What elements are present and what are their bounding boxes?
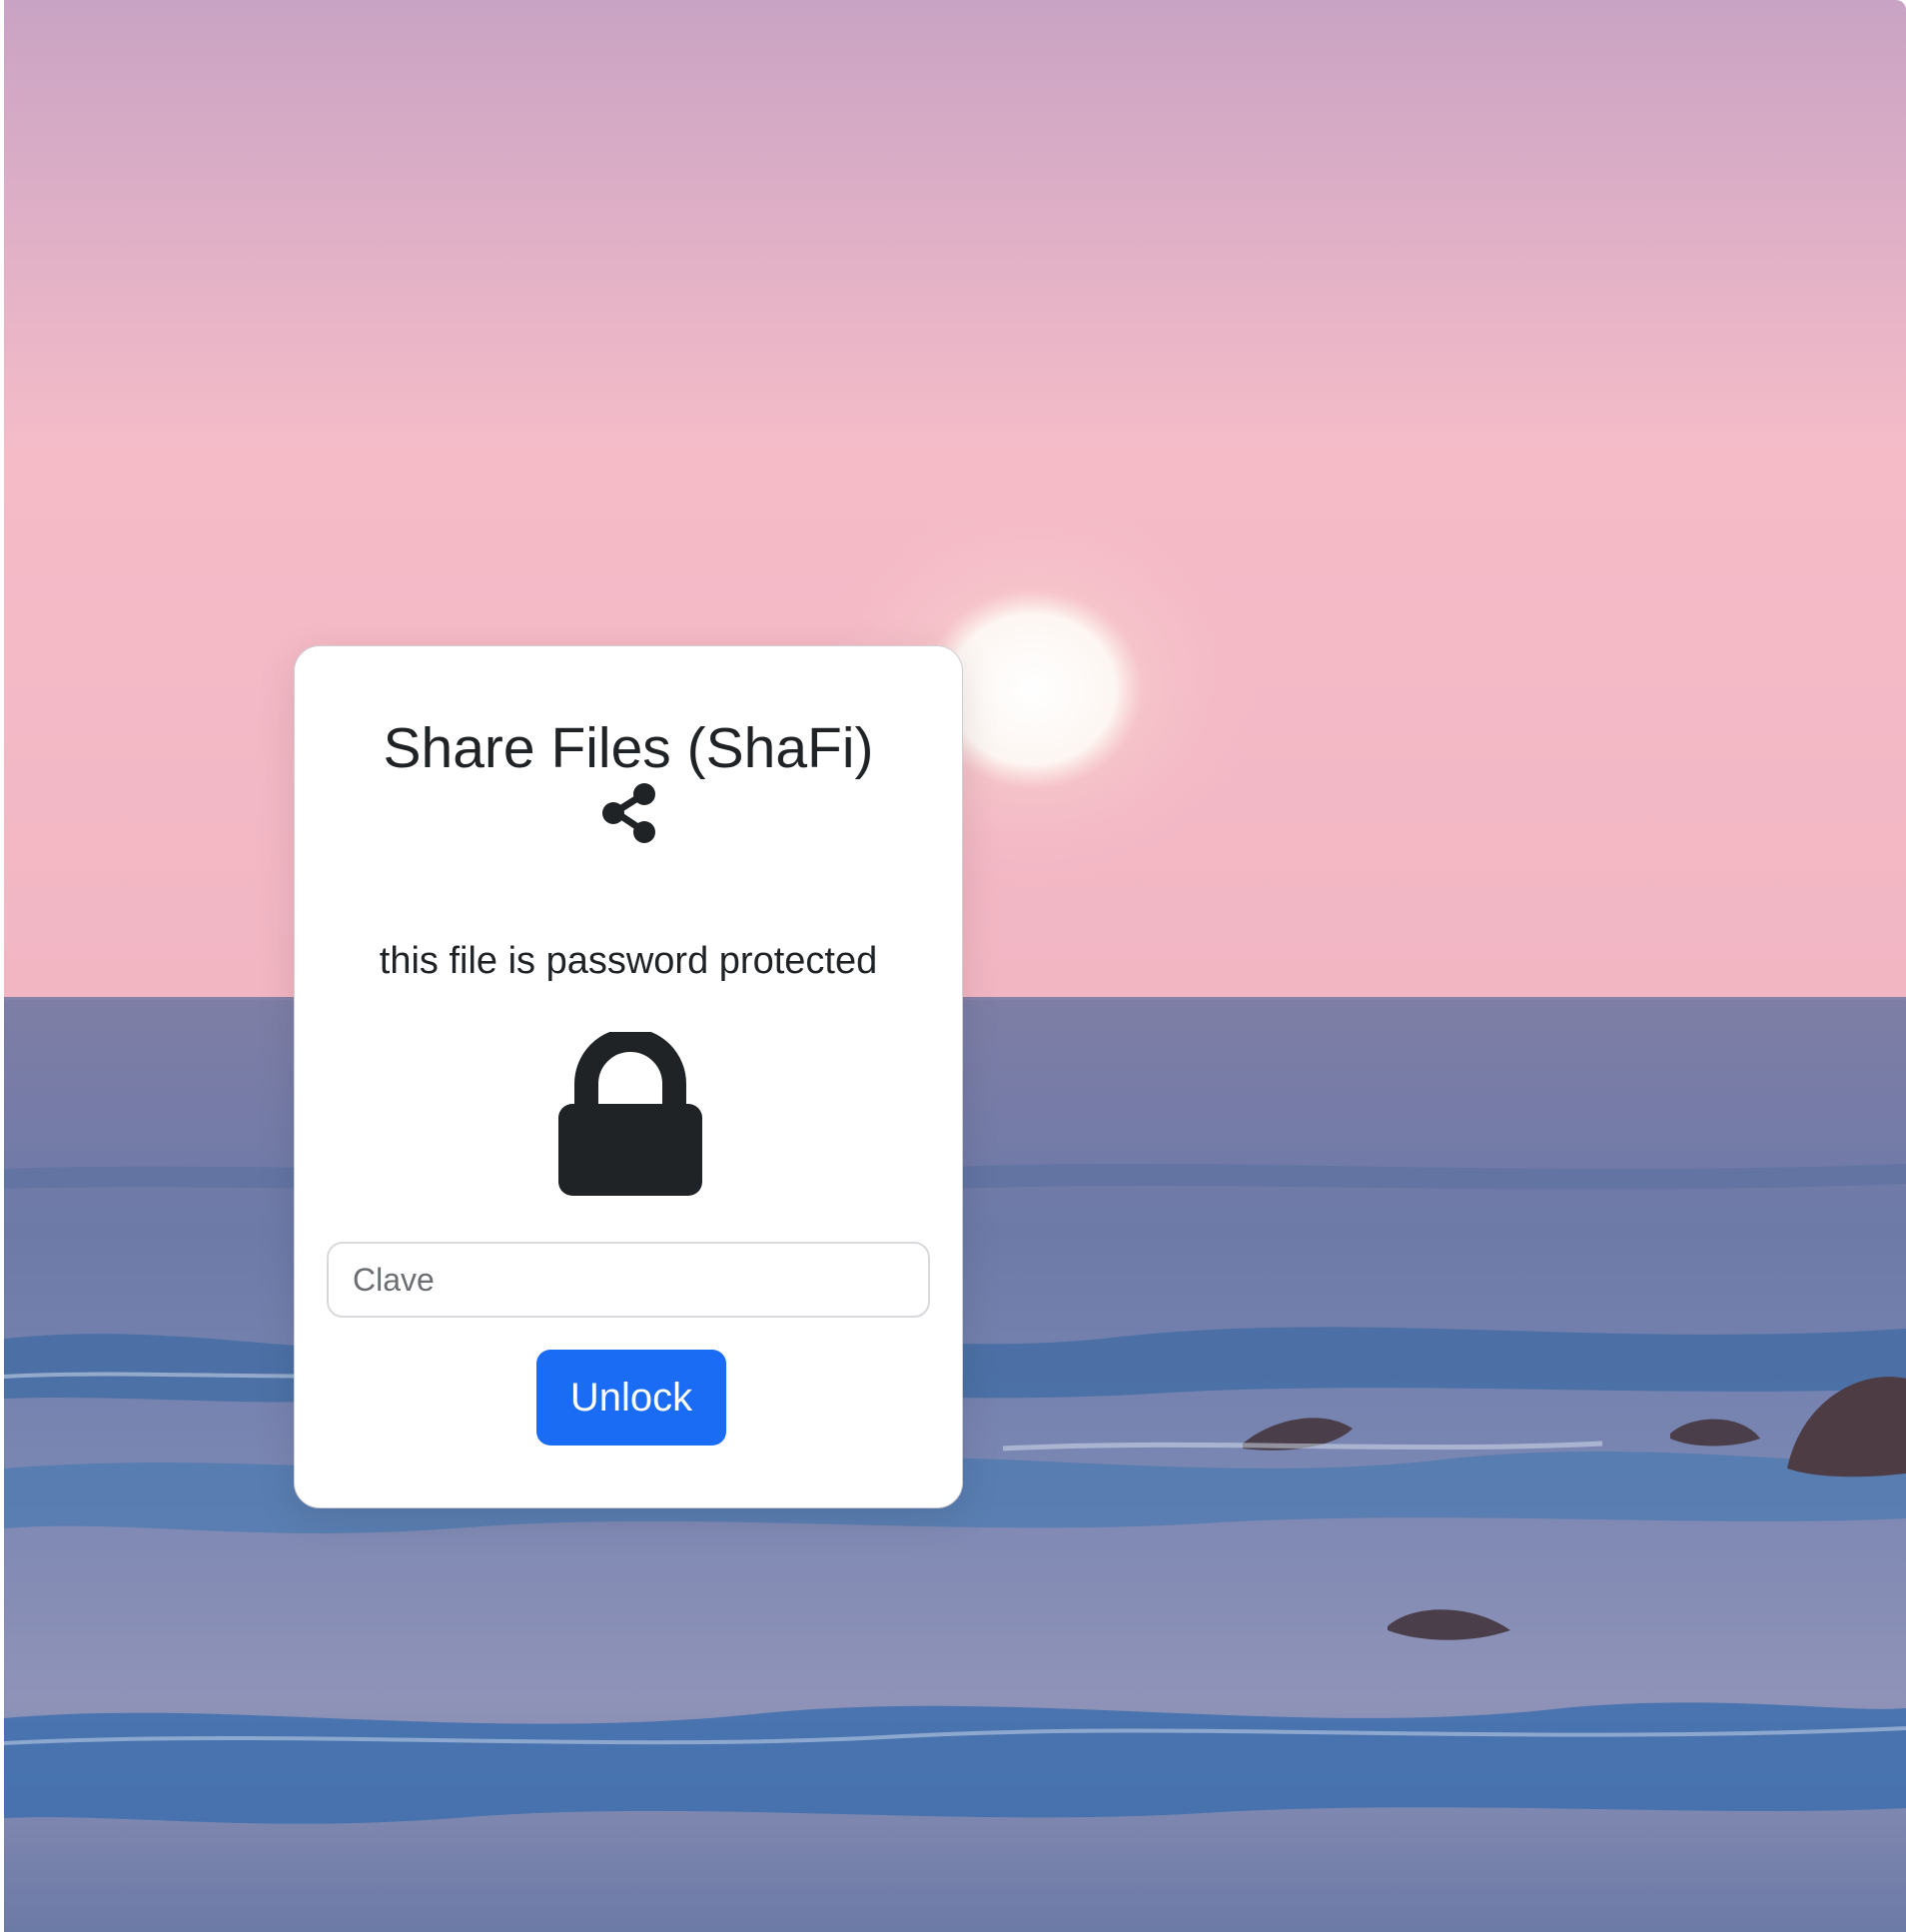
lock-icon	[558, 1028, 702, 1196]
unlock-button[interactable]: Unlock	[536, 1350, 726, 1446]
share-icon	[600, 782, 660, 844]
password-protected-message: this file is password protected	[379, 940, 878, 982]
page: Share Files (ShaFi) this file is passwor…	[4, 0, 1906, 1932]
password-input[interactable]	[327, 1242, 930, 1318]
app-title: Share Files (ShaFi)	[383, 716, 874, 780]
unlock-card: Share Files (ShaFi) this file is passwor…	[294, 645, 963, 1508]
